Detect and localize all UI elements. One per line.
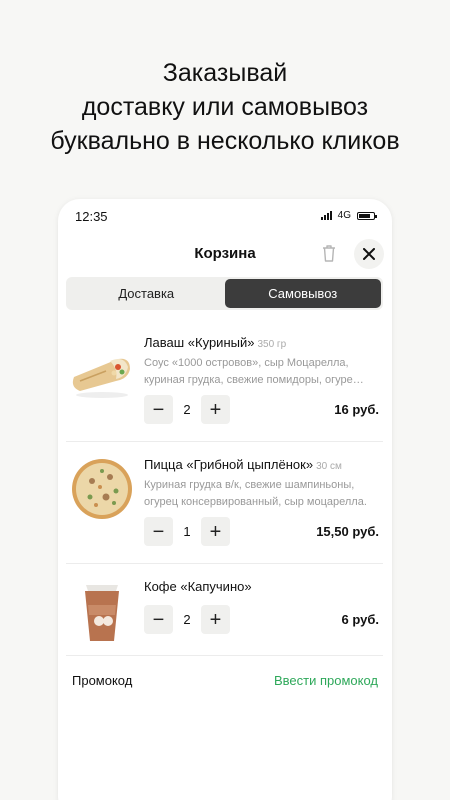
promo-label: Промокод — [72, 673, 133, 688]
divider — [66, 655, 383, 656]
headline-line-2: доставку или самовывоз — [81, 93, 369, 121]
coffee-cup-image — [85, 585, 119, 641]
close-button[interactable] — [354, 239, 384, 269]
cart-item: Пицца «Грибной цыплёнок» 30 см Куриная гр… — [66, 453, 383, 563]
item-description: Куриная грудка в/к, свежие шампиньоны, о… — [144, 479, 367, 508]
promo-headline: Заказывай доставку или самовывоз букваль… — [0, 56, 450, 158]
item-price: 15,50 руб. — [316, 524, 379, 539]
decrease-button[interactable]: − — [144, 605, 173, 634]
item-name: Лаваш «Куриный» 350 гр — [144, 335, 287, 350]
quantity-value: 1 — [183, 524, 191, 539]
quantity-value: 2 — [183, 612, 191, 627]
increase-button[interactable]: + — [201, 395, 230, 424]
item-name: Пицца «Грибной цыплёнок» 30 см — [144, 457, 342, 472]
tab-delivery[interactable]: Доставка — [68, 279, 225, 308]
quantity-value: 2 — [183, 402, 191, 417]
close-icon — [363, 248, 375, 260]
item-description: Соус «1000 островов», сыр Моцарелла, кур… — [144, 357, 364, 386]
enter-promo-link[interactable]: Ввести промокод — [274, 673, 378, 688]
item-price: 6 руб. — [341, 612, 379, 627]
item-name: Кофе «Капучино» — [144, 579, 252, 594]
headline-line-1: Заказывай — [162, 59, 288, 87]
battery-icon — [357, 211, 377, 220]
decrease-button[interactable]: − — [144, 517, 173, 546]
tab-pickup[interactable]: Самовывоз — [224, 279, 381, 308]
page-title: Корзина — [194, 245, 256, 262]
quantity-stepper: − 2 + — [144, 605, 230, 634]
signal-icon — [320, 211, 332, 220]
pizza-image — [72, 459, 132, 519]
increase-button[interactable]: + — [201, 517, 230, 546]
status-icons: 4G — [320, 210, 377, 221]
divider — [66, 441, 383, 442]
headline-line-3: буквально в несколько кликов — [50, 127, 400, 155]
trash-icon[interactable] — [321, 243, 337, 263]
increase-button[interactable]: + — [201, 605, 230, 634]
item-size: 350 гр — [257, 339, 287, 350]
network-label: 4G — [337, 210, 351, 221]
decrease-button[interactable]: − — [144, 395, 173, 424]
item-size: 30 см — [316, 461, 342, 472]
quantity-stepper: − 1 + — [144, 517, 230, 546]
cart-item: Кофе «Капучино» − 2 + 6 руб. — [66, 573, 383, 653]
cart-item: Лаваш «Куриный» 350 гр Соус «1000 острово… — [66, 329, 383, 439]
status-bar: 12:35 4G — [58, 199, 392, 233]
item-price: 16 руб. — [334, 402, 379, 417]
phone-screen: 12:35 4G Корзина Доставка Самовывоз Лава… — [58, 199, 392, 800]
status-time: 12:35 — [75, 209, 108, 224]
delivery-mode-tabs: Доставка Самовывоз — [66, 277, 383, 310]
quantity-stepper: − 2 + — [144, 395, 230, 424]
divider — [66, 563, 383, 564]
lavash-image — [72, 358, 130, 398]
